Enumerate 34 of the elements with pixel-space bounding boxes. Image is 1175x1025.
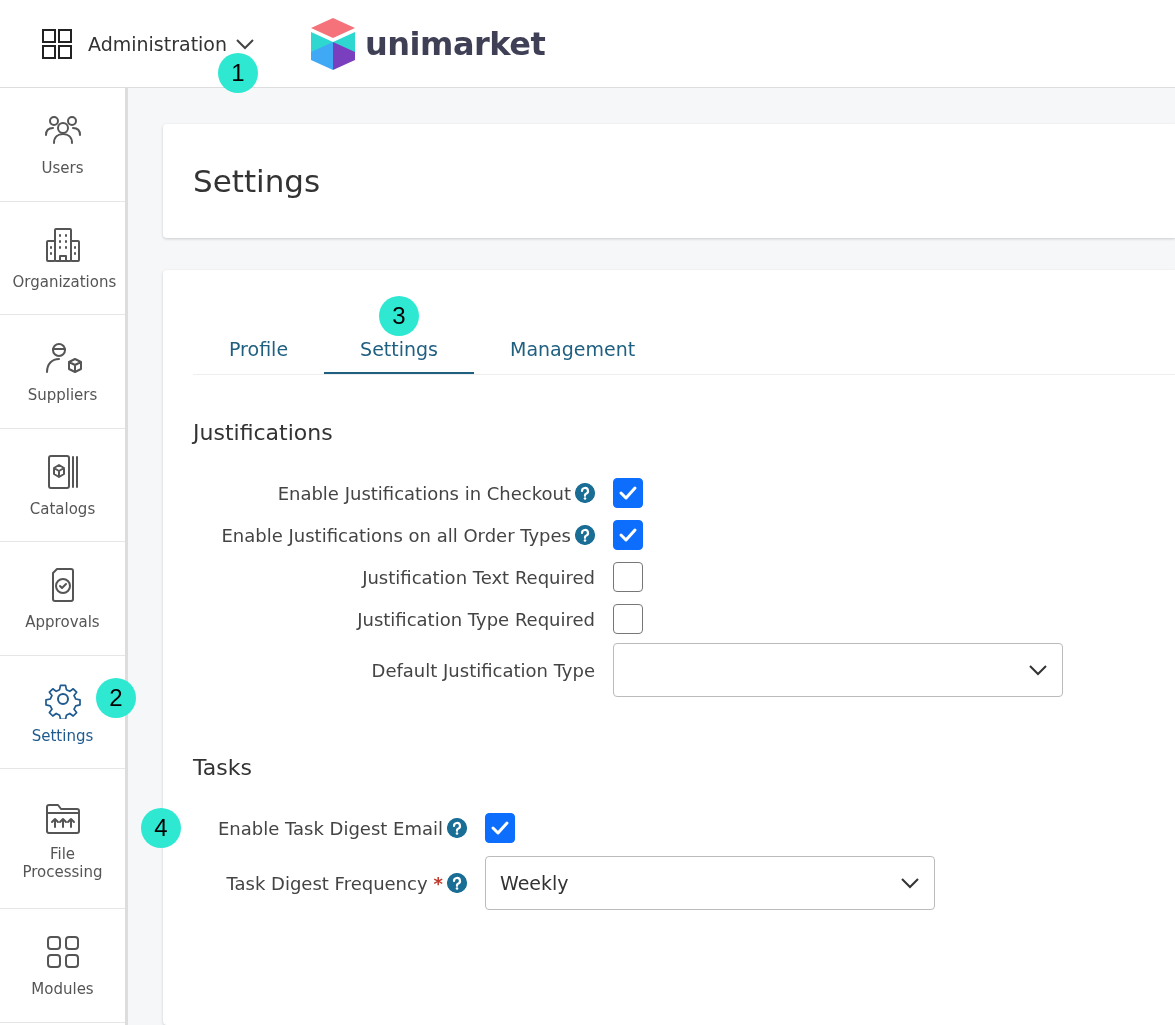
help-icon[interactable] [447, 818, 467, 838]
app-menu-dropdown[interactable]: Administration [88, 32, 262, 55]
section-heading: Tasks [193, 755, 253, 780]
logo-icon [311, 17, 356, 70]
field-label: Justification Text Required [362, 566, 595, 588]
help-icon[interactable] [575, 483, 595, 503]
chevron-down-icon [900, 877, 920, 889]
tab[interactable]: Management [474, 300, 672, 374]
checkbox[interactable] [613, 562, 643, 592]
chevron-down-icon [235, 37, 256, 50]
section-heading: Justifications [193, 420, 334, 445]
field-label: Enable Justifications on all Order Types [221, 524, 571, 546]
field-label: Enable Task Digest Email [217, 817, 443, 839]
checkbox[interactable] [613, 520, 643, 550]
tab[interactable]: Profile [193, 300, 325, 374]
field-label: Task Digest Frequency [226, 872, 428, 894]
checkbox[interactable] [485, 813, 515, 843]
brand-name: unimarket [365, 24, 546, 63]
checkbox[interactable] [613, 478, 643, 508]
field-label: Justification Type Required [357, 608, 595, 630]
chevron-down-icon [1028, 664, 1048, 676]
step-marker: 1 [218, 52, 258, 93]
help-icon[interactable] [575, 525, 595, 545]
select-field[interactable] [613, 643, 1063, 697]
field-label: Enable Justifications in Checkout [277, 482, 571, 504]
page-title: Settings [193, 163, 321, 199]
checkbox[interactable] [613, 604, 643, 634]
step-marker: 4 [141, 808, 181, 848]
step-marker: 3 [379, 296, 420, 336]
field-label: Default Justification Type [371, 659, 595, 681]
select-field[interactable]: Weekly [485, 856, 935, 910]
help-icon[interactable] [447, 873, 467, 893]
required-marker: * [433, 872, 443, 894]
app-grid-icon[interactable] [42, 28, 72, 59]
